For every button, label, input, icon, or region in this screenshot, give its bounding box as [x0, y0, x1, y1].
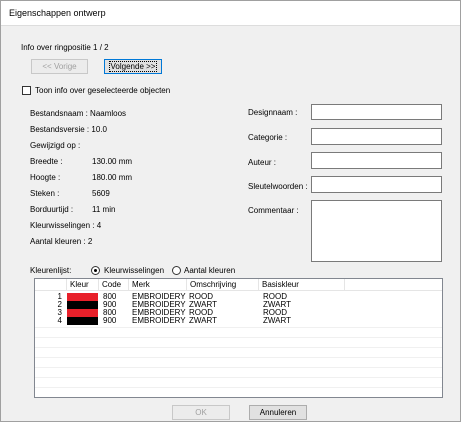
color-code: 900 — [103, 316, 117, 325]
width-label: Breedte : — [30, 157, 63, 166]
design-name-label: Designnaam : — [248, 108, 298, 117]
filename-text: Bestandsnaam : Naamloos — [30, 109, 127, 118]
grid-line — [35, 367, 442, 368]
color-list-label: Kleurenlijst: — [30, 266, 72, 275]
modified-text: Gewijzigd op : — [30, 141, 81, 150]
color-count-radio-label: Aantal kleuren — [184, 266, 236, 275]
color-swatch — [67, 293, 98, 301]
grid-line — [35, 337, 442, 338]
grid-line — [35, 327, 442, 328]
show-selected-checkbox[interactable] — [22, 86, 31, 95]
grid-line — [35, 347, 442, 348]
color-brand: EMBROIDERY — [132, 316, 186, 325]
comment-textarea[interactable] — [311, 200, 442, 262]
color-swatch — [67, 309, 98, 317]
color-swatch — [67, 317, 98, 325]
embroidery-time-value: 11 min — [92, 205, 116, 214]
author-label: Auteur : — [248, 158, 277, 167]
column-header-base-color[interactable]: Basiskleur — [259, 279, 345, 290]
category-input[interactable] — [311, 128, 442, 145]
cancel-button[interactable]: Annuleren — [249, 405, 307, 420]
column-header-num[interactable] — [35, 279, 67, 290]
category-label: Categorie : — [248, 133, 288, 142]
design-name-input[interactable] — [311, 104, 442, 120]
color-description: ZWART — [189, 316, 217, 325]
keywords-label: Sleutelwoorden : — [248, 182, 308, 191]
base-color: ZWART — [263, 316, 291, 325]
color-changes-text: Kleurwisselingen : 4 — [30, 221, 102, 230]
embroidery-time-label: Borduurtijd : — [30, 205, 74, 214]
table-row[interactable]: 4 900 EMBROIDERY ZWART ZWART — [35, 317, 442, 325]
color-count-text: Aantal kleuren : 2 — [30, 237, 93, 246]
height-label: Hoogte : — [30, 173, 61, 182]
color-swatch — [67, 301, 98, 309]
color-list-header: Kleur Code Merk Omschrijving Basiskleur — [35, 279, 442, 291]
properties-dialog: Eigenschappen ontwerp Info over ringposi… — [0, 0, 461, 422]
title-bar: Eigenschappen ontwerp — [1, 1, 460, 26]
column-header-description[interactable]: Omschrijving — [187, 279, 259, 290]
column-header-brand[interactable]: Merk — [129, 279, 187, 290]
hoop-info-label: Info over ringpositie 1 / 2 — [21, 43, 109, 52]
previous-button[interactable]: << Vorige — [31, 59, 88, 74]
author-input[interactable] — [311, 152, 442, 169]
comment-label: Commentaar : — [248, 206, 299, 215]
file-version-text: Bestandsversie : 10.0 — [30, 125, 107, 134]
table-row[interactable]: 2 900 EMBROIDERY ZWART ZWART — [35, 301, 442, 309]
stitches-label: Steken : — [30, 189, 60, 198]
column-header-code[interactable]: Code — [99, 279, 129, 290]
grid-line — [35, 357, 442, 358]
color-list[interactable]: Kleur Code Merk Omschrijving Basiskleur … — [34, 278, 443, 398]
height-value: 180.00 mm — [92, 173, 133, 182]
table-row[interactable]: 3 800 EMBROIDERY ROOD ROOD — [35, 309, 442, 317]
next-button[interactable]: Volgende >> — [104, 59, 162, 74]
column-header-color[interactable]: Kleur — [67, 279, 99, 290]
show-selected-label: Toon info over geselecteerde objecten — [35, 86, 171, 95]
dialog-title: Eigenschappen ontwerp — [9, 8, 106, 18]
grid-line — [35, 387, 442, 388]
color-changes-radio-label: Kleurwisselingen — [104, 266, 165, 275]
grid-line — [35, 377, 442, 378]
color-changes-radio[interactable] — [91, 266, 100, 275]
color-count-radio[interactable] — [172, 266, 181, 275]
ok-button[interactable]: OK — [172, 405, 230, 420]
stitches-value: 5609 — [92, 189, 110, 198]
keywords-input[interactable] — [311, 176, 442, 193]
width-value: 130.00 mm — [92, 157, 133, 166]
row-number: 4 — [57, 316, 62, 325]
table-row[interactable]: 1 800 EMBROIDERY ROOD ROOD — [35, 293, 442, 301]
